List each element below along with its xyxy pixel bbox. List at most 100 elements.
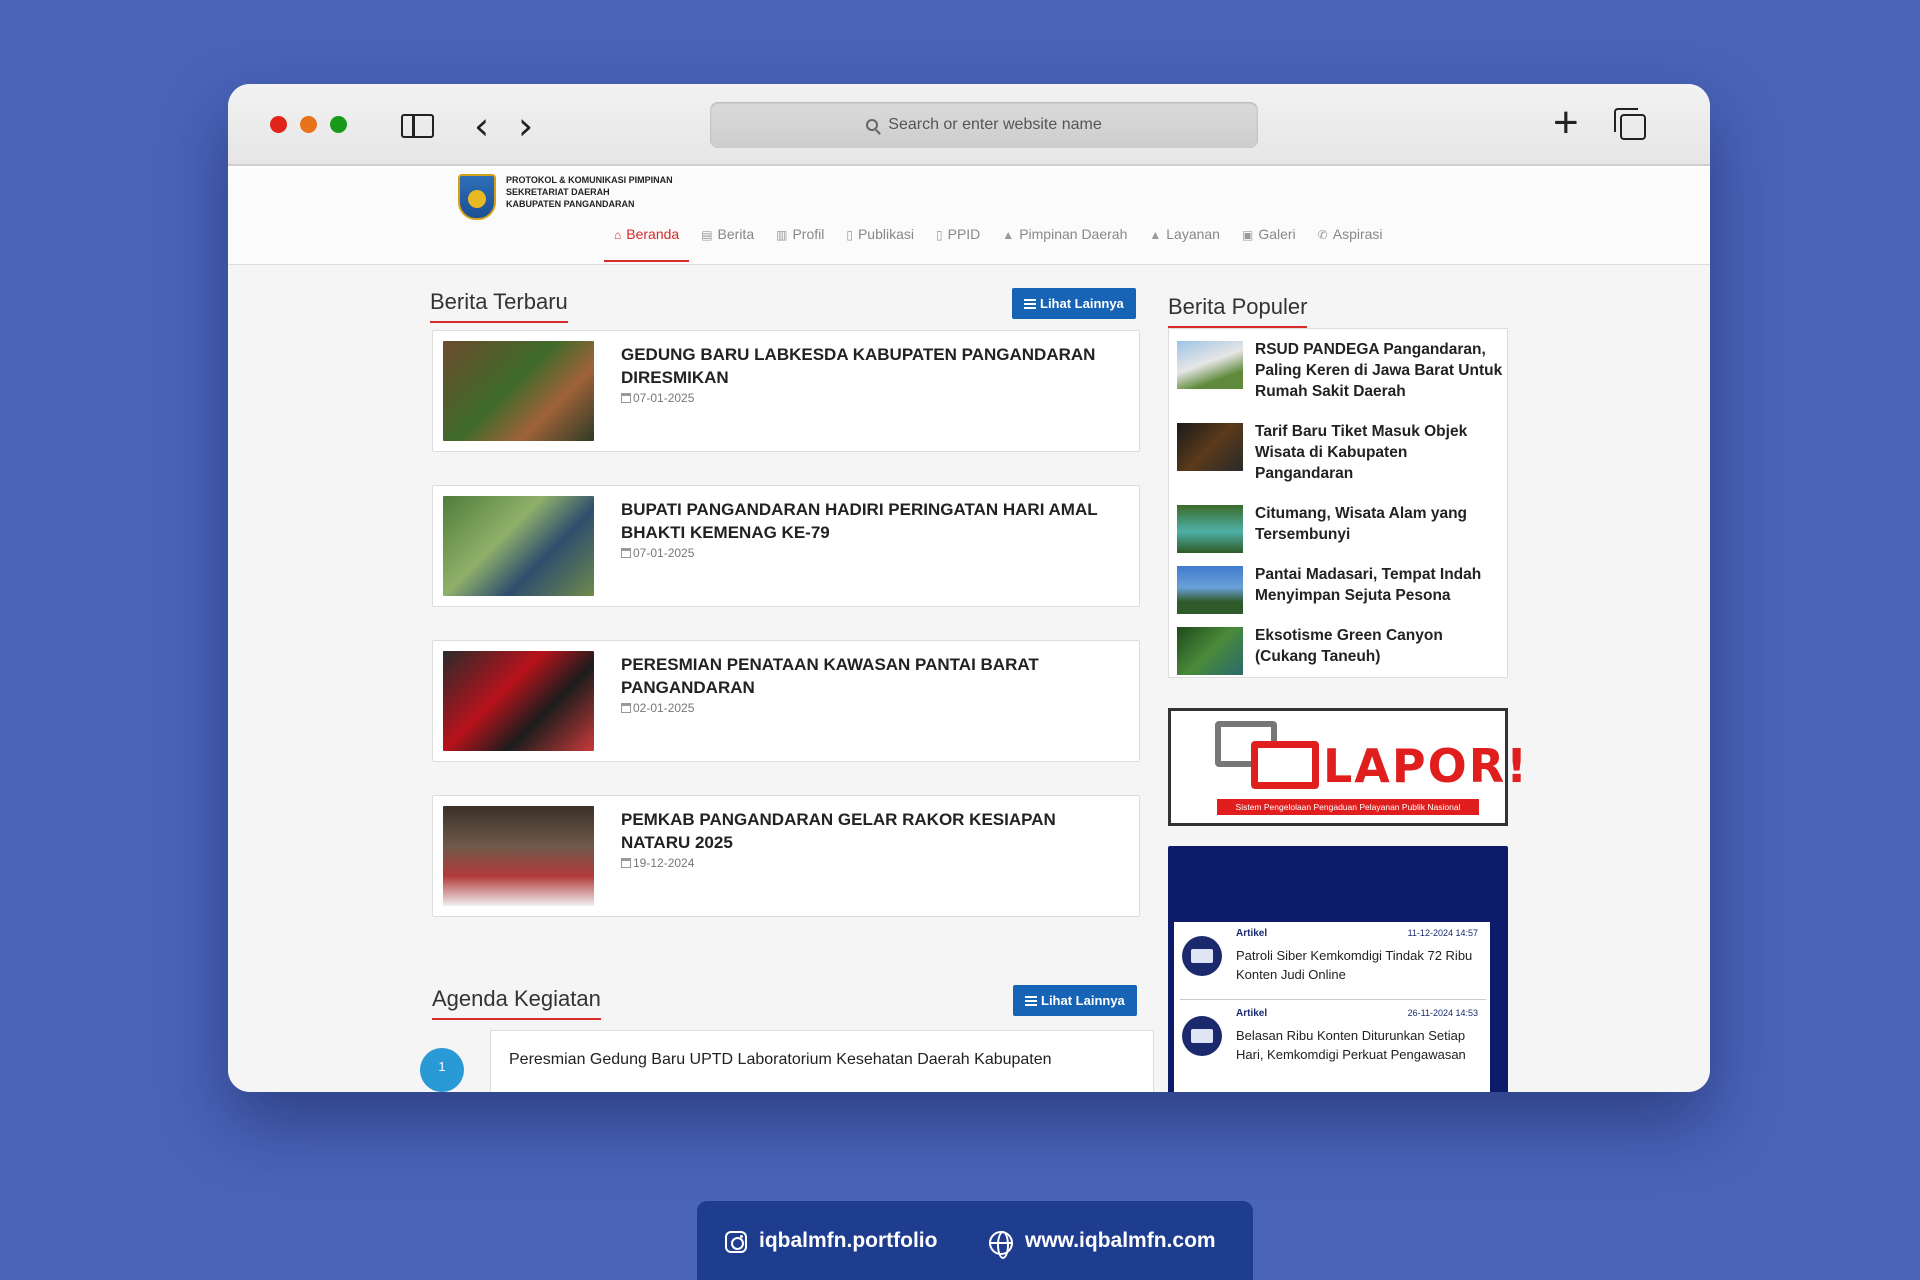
agenda-item-title[interactable]: Peresmian Gedung Baru UPTD Laboratorium … <box>509 1051 1052 1069</box>
popular-item-title[interactable]: Tarif Baru Tiket Masuk Objek Wisata di K… <box>1255 421 1505 484</box>
popular-thumbnail[interactable] <box>1177 627 1243 675</box>
news-thumbnail[interactable] <box>443 806 594 906</box>
news-title[interactable]: PERESMIAN PENATAAN KAWASAN PANTAI BARAT … <box>621 653 1121 699</box>
nav-item-pimpinan-daerah[interactable]: ▲ Pimpinan Daerah <box>992 222 1137 258</box>
lapor-banner[interactable]: LAPOR! Sistem Pengelolaan Pengaduan Pela… <box>1168 708 1527 826</box>
search-icon <box>866 119 879 131</box>
popular-item-title[interactable]: Citumang, Wisata Alam yang Tersembunyi <box>1255 503 1505 545</box>
website-link[interactable]: www.iqbalmfn.com <box>1025 1229 1216 1253</box>
popular-item-title[interactable]: Pantai Madasari, Tempat Indah Menyimpan … <box>1255 564 1505 606</box>
file-icon: ▯ <box>846 228 853 242</box>
regency-logo[interactable] <box>458 174 496 220</box>
feed-category: Artikel <box>1236 928 1268 939</box>
feed-list[interactable]: Artikel 11-12-2024 14:57 Patroli Siber K… <box>1174 922 1490 1092</box>
phone-icon: ✆ <box>1317 228 1328 242</box>
news-date: 07-01-2025 <box>621 546 694 560</box>
feed-timestamp: 26-11-2024 14:53 <box>1407 1008 1478 1018</box>
nav-item-ppid[interactable]: ▯ PPID <box>926 222 990 258</box>
agenda-number-badge: 1 <box>420 1048 464 1092</box>
news-card[interactable]: PEMKAB PANGANDARAN GELAR RAKOR KESIAPAN … <box>432 795 1140 917</box>
nav-item-berita[interactable]: ▤ Berita <box>691 222 764 258</box>
more-label: Lihat Lainnya <box>1041 993 1125 1008</box>
lapor-tagline: Sistem Pengelolaan Pengaduan Pelayanan P… <box>1217 799 1479 815</box>
news-date-text: 07-01-2025 <box>633 546 695 560</box>
globe-icon <box>989 1231 1013 1259</box>
popular-news-list: RSUD PANDEGA Pangandaran, Paling Keren d… <box>1168 328 1508 678</box>
popular-item-title[interactable]: RSUD PANDEGA Pangandaran, Paling Keren d… <box>1255 339 1505 402</box>
brand-line: KABUPATEN PANGANDARAN <box>506 199 635 209</box>
news-thumbnail[interactable] <box>443 651 594 751</box>
popular-news-title: Berita Populer <box>1168 294 1308 328</box>
nav-item-layanan[interactable]: ▲ Layanan <box>1139 222 1230 258</box>
news-date: 07-01-2025 <box>621 391 694 405</box>
more-label: Lihat Lainnya <box>1040 296 1124 311</box>
tabs-overview-icon[interactable] <box>1614 108 1646 140</box>
news-date: 02-01-2025 <box>621 701 694 715</box>
agenda-more-button[interactable]: Lihat Lainnya <box>1013 985 1137 1016</box>
news-title[interactable]: BUPATI PANGANDARAN HADIRI PERINGATAN HAR… <box>621 498 1121 544</box>
brand-line: PROTOKOL & KOMUNIKASI PIMPINAN <box>506 175 673 185</box>
portfolio-footer: iqbalmfn.portfolio www.iqbalmfn.com <box>697 1201 1253 1280</box>
image-icon: ▣ <box>1241 228 1254 242</box>
news-date-text: 02-01-2025 <box>633 701 695 715</box>
brand-line: SEKRETARIAT DAERAH <box>506 187 610 197</box>
calendar-icon <box>621 393 631 403</box>
news-thumbnail[interactable] <box>443 341 594 441</box>
news-card[interactable]: GEDUNG BARU LABKESDA KABUPATEN PANGANDAR… <box>432 330 1140 452</box>
forward-arrow-icon[interactable]: › <box>518 104 533 148</box>
popular-thumbnail[interactable] <box>1177 566 1243 614</box>
calendar-icon <box>621 703 631 713</box>
news-date-text: 19-12-2024 <box>633 856 695 870</box>
calendar-icon <box>621 858 631 868</box>
feed-avatar-icon <box>1182 1016 1222 1056</box>
main-nav: ⌂ Beranda ▤ Berita ▥ Profil ▯ Publikasi ▯ PPI… <box>604 222 1395 262</box>
site-brand: PROTOKOL & KOMUNIKASI PIMPINAN SEKRETARI… <box>506 174 673 210</box>
list-icon <box>1024 299 1036 309</box>
newspaper-icon: ▤ <box>701 228 713 242</box>
nav-label: Galeri <box>1258 226 1296 242</box>
nav-label: PPID <box>947 226 981 242</box>
feed-text[interactable]: Belasan Ribu Konten Diturunkan Setiap Ha… <box>1236 1026 1482 1064</box>
nav-item-galeri[interactable]: ▣ Galeri <box>1232 222 1306 258</box>
new-tab-plus-icon[interactable]: + <box>1553 98 1579 148</box>
news-thumbnail[interactable] <box>443 496 594 596</box>
maximize-window-button[interactable] <box>330 116 347 133</box>
agenda-card[interactable]: Peresmian Gedung Baru UPTD Laboratorium … <box>490 1030 1154 1092</box>
instagram-handle[interactable]: iqbalmfn.portfolio <box>759 1229 937 1253</box>
popular-thumbnail[interactable] <box>1177 505 1243 553</box>
nav-label: Profil <box>792 226 825 242</box>
feed-item[interactable]: Artikel 11-12-2024 14:57 Patroli Siber K… <box>1180 922 1486 1000</box>
home-icon: ⌂ <box>614 228 622 242</box>
back-arrow-icon[interactable]: ‹ <box>474 104 489 148</box>
feed-category: Artikel <box>1236 1008 1268 1019</box>
site-header: PROTOKOL & KOMUNIKASI PIMPINAN SEKRETARI… <box>228 168 1710 265</box>
feed-avatar-icon <box>1182 936 1222 976</box>
latest-news-more-button[interactable]: Lihat Lainnya <box>1012 288 1136 319</box>
news-title[interactable]: PEMKAB PANGANDARAN GELAR RAKOR KESIAPAN … <box>621 808 1121 854</box>
feed-text[interactable]: Patroli Siber Kemkomdigi Tindak 72 Ribu … <box>1236 946 1482 984</box>
news-title[interactable]: GEDUNG BARU LABKESDA KABUPATEN PANGANDAR… <box>621 343 1121 389</box>
minimize-window-button[interactable] <box>300 116 317 133</box>
nav-item-publikasi[interactable]: ▯ Publikasi <box>836 222 924 258</box>
popular-thumbnail[interactable] <box>1177 341 1243 389</box>
nav-label: Berita <box>717 226 755 242</box>
list-icon <box>1025 996 1037 1006</box>
popular-item-title[interactable]: Eksotisme Green Canyon (Cukang Taneuh) <box>1255 625 1505 667</box>
popular-thumbnail[interactable] <box>1177 423 1243 471</box>
nav-item-beranda[interactable]: ⌂ Beranda <box>604 222 690 262</box>
nav-label: Beranda <box>626 226 680 242</box>
news-card[interactable]: PERESMIAN PENATAAN KAWASAN PANTAI BARAT … <box>432 640 1140 762</box>
news-card[interactable]: BUPATI PANGANDARAN HADIRI PERINGATAN HAR… <box>432 485 1140 607</box>
address-bar[interactable]: Search or enter website name <box>710 102 1258 148</box>
institution-icon: ▥ <box>776 228 788 242</box>
sidebar-toggle-icon[interactable] <box>401 114 434 138</box>
thumbs-up-icon: ▲ <box>1149 228 1162 242</box>
address-placeholder: Search or enter website name <box>888 116 1102 133</box>
feed-item[interactable]: Artikel 26-11-2024 14:53 Belasan Ribu Ko… <box>1180 1002 1486 1080</box>
nav-item-aspirasi[interactable]: ✆ Aspirasi <box>1308 222 1393 258</box>
nav-item-profil[interactable]: ▥ Profil <box>766 222 834 258</box>
nav-label: Pimpinan Daerah <box>1019 226 1128 242</box>
calendar-icon <box>621 548 631 558</box>
close-window-button[interactable] <box>270 116 287 133</box>
browser-toolbar: ‹ › Search or enter website name + <box>228 84 1710 166</box>
